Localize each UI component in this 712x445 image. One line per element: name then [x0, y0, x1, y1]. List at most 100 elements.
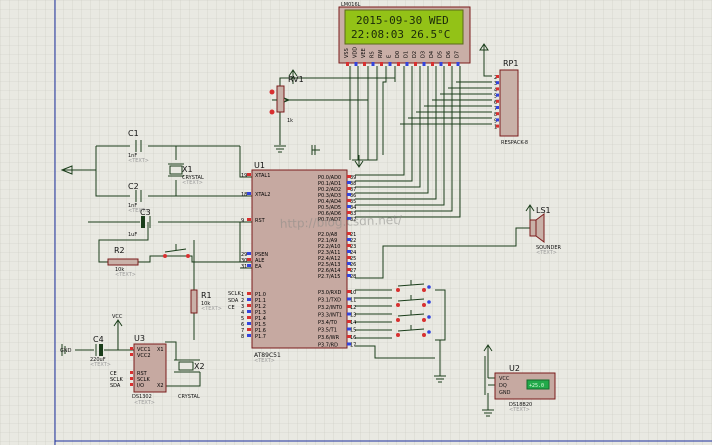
u1-pin[interactable]	[347, 335, 351, 338]
u1-pin[interactable]	[347, 320, 351, 323]
rp1-pin[interactable]	[496, 124, 499, 128]
u1-pin[interactable]	[247, 304, 251, 307]
u2-text: <TEXT>	[509, 407, 530, 413]
rp1-pin[interactable]	[496, 81, 499, 85]
u1-pin[interactable]	[347, 175, 351, 178]
u2-pin-gnd: GND	[499, 390, 511, 396]
rp1-pin[interactable]	[496, 93, 499, 97]
rp1-pin[interactable]	[496, 112, 499, 116]
u1-pin[interactable]	[247, 173, 251, 176]
rv1-value: 1k	[287, 118, 293, 124]
u1-pin[interactable]	[347, 297, 351, 301]
lcd-pin[interactable]	[346, 62, 349, 66]
u3-pin-name: I/O	[137, 383, 144, 389]
u1-pin[interactable]	[247, 298, 251, 301]
lcd-pin-label: D1	[404, 51, 410, 58]
lcd-pin[interactable]	[363, 62, 366, 66]
u1-pin[interactable]	[347, 305, 351, 308]
c4-text: <TEXT>	[90, 362, 111, 368]
u1-pin[interactable]	[347, 199, 351, 202]
u3-pin-name: VCC2	[137, 353, 151, 359]
lcd-pin[interactable]	[456, 62, 460, 66]
rp1-pin[interactable]	[496, 118, 499, 122]
u1-pin[interactable]	[347, 250, 351, 253]
u1-pin[interactable]	[247, 218, 251, 221]
lcd-module[interactable]: LM016L 2015-09-30 WED 22:08:03 26.5°C VS…	[338, 2, 471, 66]
switch-contact[interactable]	[422, 288, 426, 292]
u1-pin-number: 8	[241, 334, 244, 340]
u1-pin[interactable]	[347, 342, 351, 346]
u3-pin[interactable]	[130, 371, 133, 374]
u1-pin[interactable]	[247, 316, 251, 319]
switch-contact[interactable]	[396, 333, 400, 337]
u3-pin[interactable]	[130, 383, 133, 386]
u1-pin[interactable]	[347, 193, 351, 196]
u1-pin[interactable]	[347, 262, 351, 265]
u1-pin[interactable]	[347, 205, 351, 208]
u1-pin-number: 18	[241, 192, 247, 198]
u1-pin[interactable]	[347, 232, 351, 235]
net-label-sda: SDA	[228, 298, 239, 304]
switch-indicator	[427, 285, 431, 289]
switch-contact[interactable]	[422, 333, 426, 337]
u1-pin[interactable]	[347, 181, 351, 184]
u1-pin[interactable]	[247, 322, 251, 325]
u1-pin[interactable]	[347, 312, 351, 316]
u1-pin[interactable]	[247, 310, 251, 313]
switch-contact[interactable]	[396, 303, 400, 307]
u1-pin[interactable]	[347, 238, 351, 241]
lcd-pin[interactable]	[388, 62, 392, 66]
r1-text: <TEXT>	[201, 306, 222, 312]
lcd-pin[interactable]	[431, 62, 434, 66]
u3-pin[interactable]	[130, 353, 133, 356]
switch-contact[interactable]	[422, 318, 426, 322]
switch-contact[interactable]	[396, 288, 400, 292]
lcd-pin-label: D5	[438, 51, 444, 58]
rp1-pin[interactable]	[496, 106, 499, 109]
u1-pin[interactable]	[347, 268, 351, 271]
rv1-ref: RV1	[288, 75, 304, 84]
switch-contact[interactable]	[422, 303, 426, 307]
lcd-pin[interactable]	[422, 62, 426, 66]
u1-pin[interactable]	[347, 290, 351, 293]
u3-pin[interactable]	[130, 347, 133, 350]
lcd-pin[interactable]	[371, 62, 375, 66]
lcd-pin[interactable]	[439, 62, 443, 66]
switch-indicator	[427, 330, 431, 334]
u1-pin[interactable]	[347, 327, 351, 331]
u1-pin[interactable]	[247, 292, 251, 295]
u3-ref: U3	[134, 334, 145, 343]
u1-pin[interactable]	[347, 274, 351, 277]
u1-pin[interactable]	[247, 252, 251, 255]
u1-pin[interactable]	[247, 192, 251, 195]
u1-pin[interactable]	[247, 258, 251, 261]
lcd-pin[interactable]	[380, 62, 383, 66]
u1-pin[interactable]	[347, 187, 351, 190]
u1-pin-name: XTAL2	[255, 192, 270, 198]
u1-pin[interactable]	[247, 328, 251, 331]
lcd-pin[interactable]	[397, 62, 400, 66]
lcd-pin[interactable]	[414, 62, 417, 66]
r2-text: <TEXT>	[115, 272, 136, 278]
lcd-pin[interactable]	[405, 62, 409, 66]
rp1-pin[interactable]	[496, 75, 499, 78]
lcd-pin[interactable]	[354, 62, 358, 66]
rp1-pin[interactable]	[496, 99, 499, 103]
u1-pin-name: RST	[255, 218, 266, 224]
lcd-pin-label: D7	[455, 51, 461, 58]
u3-pin[interactable]	[130, 377, 133, 380]
schematic-sheet[interactable]: LM016L 2015-09-30 WED 22:08:03 26.5°C VS…	[0, 0, 712, 445]
u1-pin[interactable]	[247, 334, 251, 337]
lcd-line-2: 22:08:03 26.5°C	[351, 28, 450, 41]
x2-ref: X2	[194, 362, 205, 371]
u1-pin[interactable]	[347, 244, 351, 247]
lcd-pin[interactable]	[448, 62, 451, 66]
rp1-pin[interactable]	[496, 87, 499, 91]
u1-pin-number: 19	[241, 173, 247, 179]
u1-pin-name: P2.7/A15	[318, 274, 340, 280]
u1-pin[interactable]	[347, 256, 351, 259]
lcd-pin-label: VDD	[353, 47, 359, 58]
rp1-ref: RP1	[503, 59, 518, 68]
u1-pin[interactable]	[247, 264, 251, 267]
switch-contact[interactable]	[396, 318, 400, 322]
